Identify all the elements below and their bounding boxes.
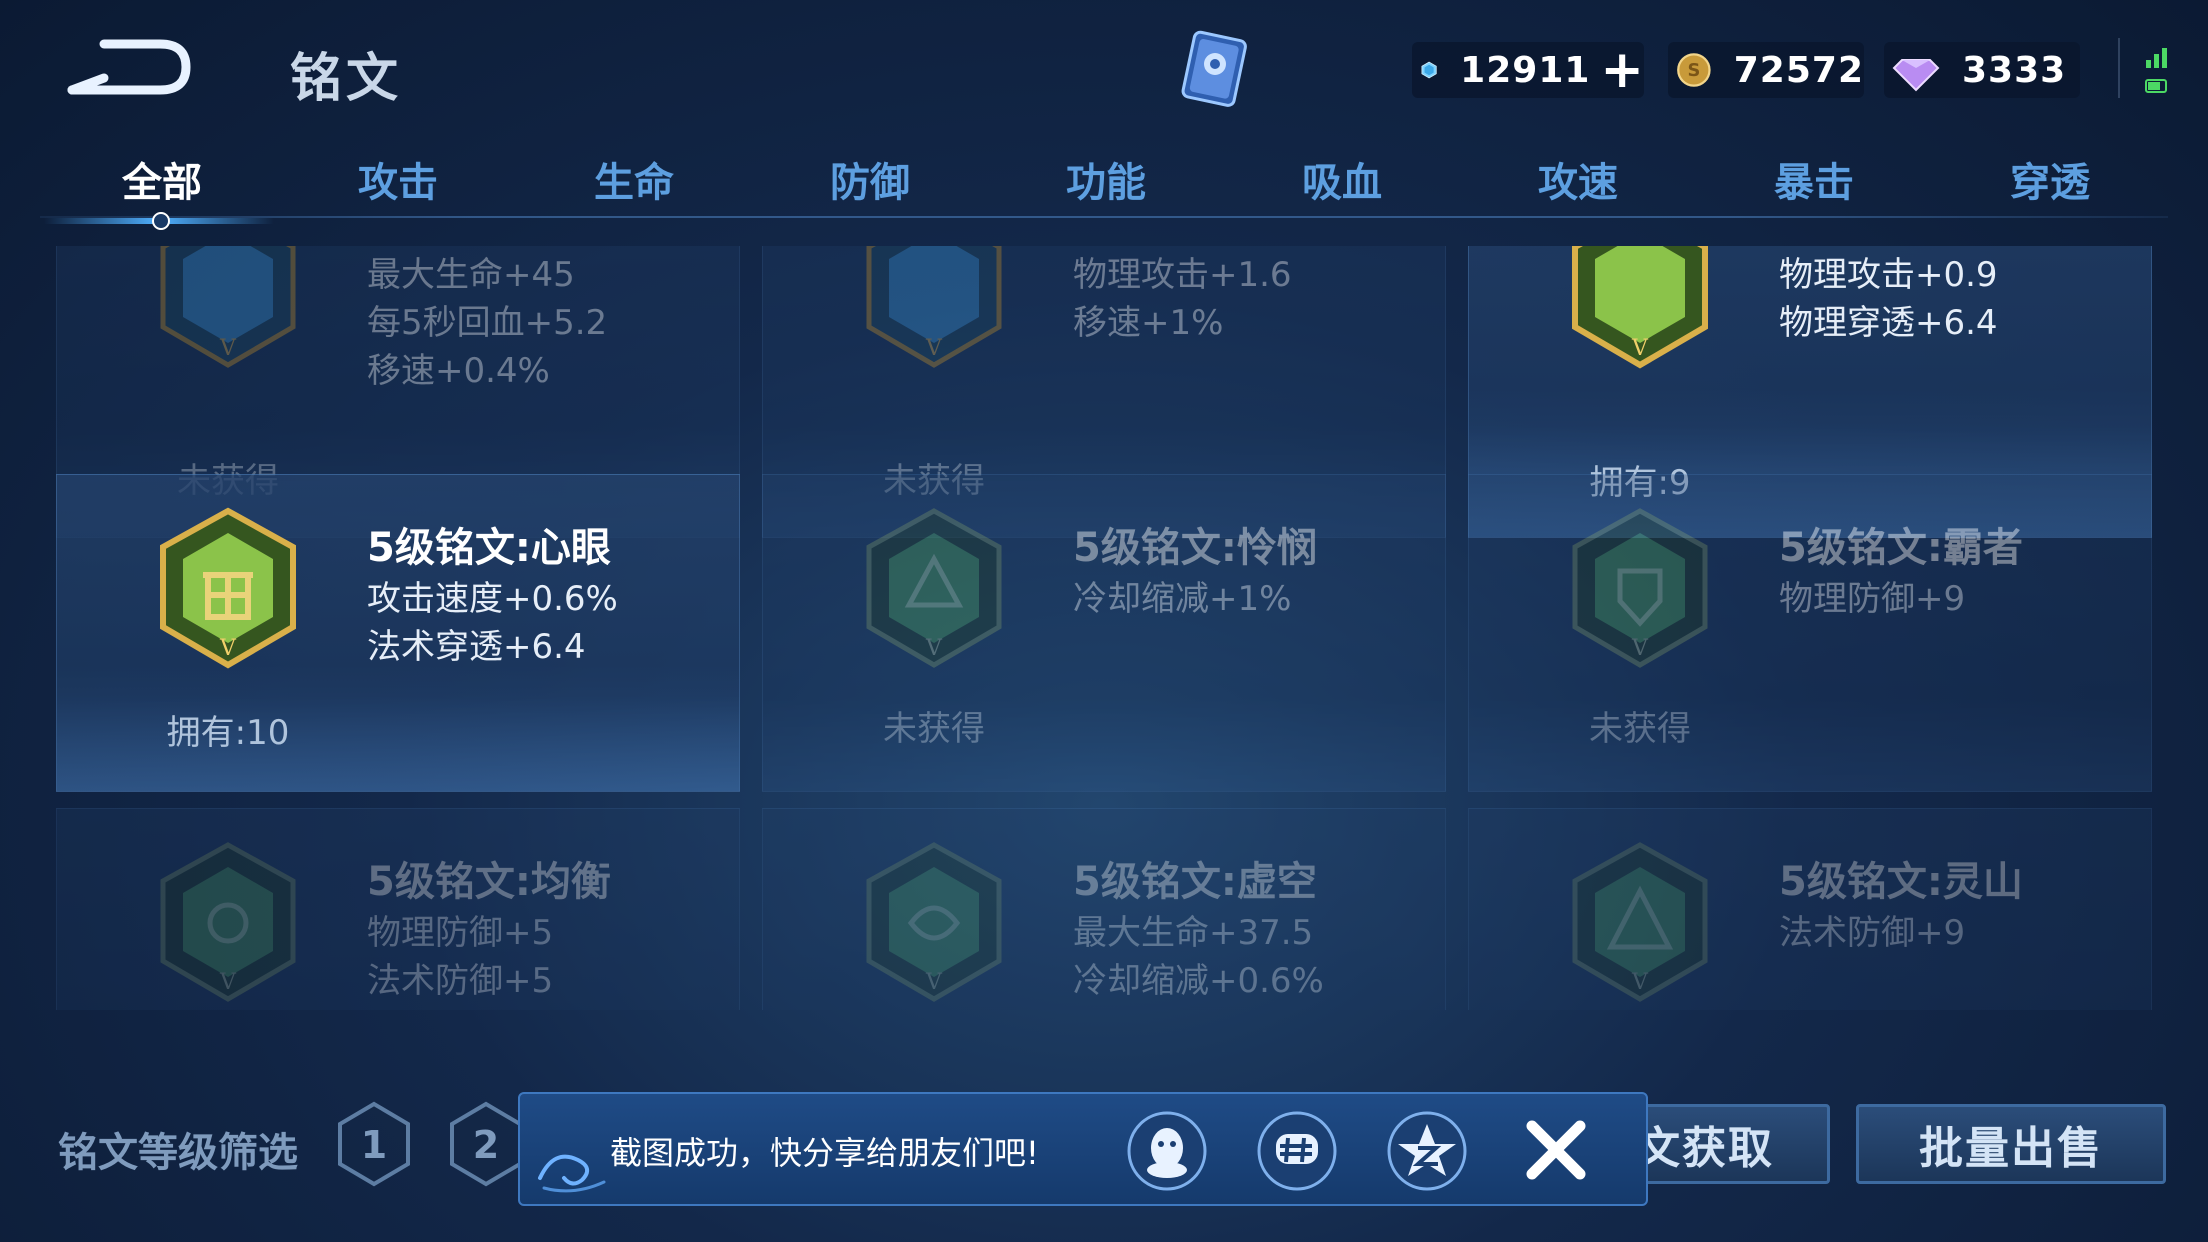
card-title: 5级铭文:灵山 [1779, 859, 2023, 905]
card-attr: 物理防御+5 [367, 913, 554, 953]
svg-text:V: V [925, 970, 943, 995]
card-attr: 法术防御+9 [1779, 913, 1966, 953]
inscription-card[interactable]: V 5级铭文:均衡 物理防御+5 法术防御+5 [56, 808, 740, 1010]
level-filter-2[interactable]: 2 [446, 1100, 526, 1188]
share-wechat-moments-button[interactable] [1254, 1108, 1340, 1194]
qq-icon [1127, 1111, 1207, 1191]
toast-message: 截图成功，快分享给朋友们吧! [610, 1134, 1039, 1172]
svg-text:V: V [219, 336, 237, 361]
tab-active-dot [152, 212, 170, 230]
tab-health[interactable]: 生命 [516, 150, 752, 208]
inscription-gem-icon: V [866, 246, 1002, 368]
card-title: 5级铭文:均衡 [367, 859, 611, 905]
gold-currency: S 72572 [1668, 42, 1864, 98]
inscription-book-icon[interactable] [1170, 24, 1260, 116]
svg-text:V: V [925, 636, 943, 661]
card-attr: 移速+0.4% [367, 351, 550, 391]
card-attr: 冷却缩减+0.6% [1073, 961, 1324, 1001]
card-attr: 最大生命+37.5 [1073, 913, 1314, 953]
tab-all[interactable]: 全部 [44, 150, 280, 208]
tab-penetration[interactable]: 穿透 [1932, 150, 2168, 208]
card-title: 5级铭文:虚空 [1073, 859, 1317, 905]
close-toast-button[interactable] [1516, 1110, 1596, 1190]
level-filter-1[interactable]: 1 [334, 1100, 414, 1188]
wechat-moments-icon [1257, 1111, 1337, 1191]
inscription-gem-icon: V [1572, 246, 1708, 369]
crystal-icon [1421, 61, 1437, 79]
card-attr: 每5秒回血+5.2 [367, 303, 608, 343]
tab-critical[interactable]: 暴击 [1696, 150, 1932, 208]
back-button[interactable] [64, 34, 194, 98]
svg-text:V: V [219, 970, 237, 995]
screenshot-share-toast: 截图成功，快分享给朋友们吧! [518, 1092, 1648, 1206]
card-attr: 攻击速度+0.6% [367, 579, 618, 619]
card-title: 5级铭文:心眼 [367, 525, 611, 571]
card-attr: 移速+1% [1073, 303, 1224, 343]
tab-lifesteal[interactable]: 吸血 [1224, 150, 1460, 208]
level-filter-label: 铭文等级筛选 [58, 1130, 298, 1176]
card-attr: 物理防御+9 [1779, 579, 1966, 619]
gold-value: 72572 [1733, 49, 1864, 91]
card-attr: 物理穿透+6.4 [1779, 303, 1998, 343]
inscription-gem-icon: V [1572, 508, 1708, 668]
back-arrow-icon [67, 39, 191, 95]
tab-attack-speed[interactable]: 攻速 [1460, 150, 1696, 208]
diamond-icon [1892, 59, 1940, 92]
inscription-gem-icon: V [866, 508, 1002, 668]
inscription-gem-icon: V [866, 842, 1002, 1002]
inscription-gem-icon: V [160, 246, 296, 368]
tab-utility[interactable]: 功能 [988, 150, 1224, 208]
card-attr: 物理攻击+0.9 [1779, 255, 1998, 295]
inscription-gem-icon: V [1572, 842, 1708, 1002]
share-qq-button[interactable] [1124, 1108, 1210, 1194]
card-attr: 冷却缩减+1% [1073, 579, 1292, 619]
inscription-card[interactable]: V 5级铭文:怜悯 冷却缩减+1% 未获得 [762, 474, 1446, 792]
card-status: 拥有:10 [166, 713, 290, 753]
inscription-card[interactable]: V 5级铭文:心眼 攻击速度+0.6% 法术穿透+6.4 拥有:10 [56, 474, 740, 792]
qzone-icon [1387, 1111, 1467, 1191]
inscription-card[interactable]: V 5级铭文:虚空 最大生命+37.5 冷却缩减+0.6% [762, 808, 1446, 1010]
diamond-value: 3333 [1962, 49, 2067, 91]
card-title: 5级铭文:怜悯 [1073, 525, 1317, 571]
header-divider [2118, 38, 2120, 98]
svg-text:V: V [219, 636, 237, 661]
bulk-sell-button[interactable]: 批量出售 [1856, 1104, 2166, 1184]
tab-attack[interactable]: 攻击 [280, 150, 516, 208]
card-status: 未获得 [883, 709, 985, 749]
card-attr: 物理攻击+1.6 [1073, 255, 1292, 295]
svg-text:V: V [1631, 970, 1649, 995]
level-number: 2 [473, 1123, 499, 1167]
inscription-grid: V 最大生命+45 每5秒回血+5.2 移速+0.4% 未获得 V 物理攻击+1… [56, 246, 2152, 1010]
card-attr: 法术防御+5 [367, 961, 554, 1001]
swirl-decoration-icon [538, 1154, 606, 1193]
inscription-gem-icon: V [160, 507, 296, 669]
gold-coin-icon: S [1677, 53, 1711, 87]
level-number: 1 [361, 1123, 387, 1167]
add-crystal-button[interactable]: + [1600, 44, 1644, 96]
inscription-card[interactable]: V 5级铭文:霸者 物理防御+9 未获得 [1468, 474, 2152, 792]
svg-text:V: V [1631, 336, 1649, 361]
share-qzone-button[interactable] [1384, 1108, 1470, 1194]
tab-defense[interactable]: 防御 [752, 150, 988, 208]
diamond-currency: 3333 [1884, 42, 2080, 98]
svg-text:V: V [925, 336, 943, 361]
card-title: 5级铭文:霸者 [1779, 525, 2023, 571]
svg-text:V: V [1631, 636, 1649, 661]
crystal-currency: 12911 + [1412, 42, 1644, 98]
inscription-card[interactable]: V 5级铭文:灵山 法术防御+9 [1468, 808, 2152, 1010]
svg-text:S: S [1687, 60, 1700, 81]
tab-divider [40, 216, 2168, 218]
card-status: 未获得 [1589, 709, 1691, 749]
category-tabs: 全部 攻击 生命 防御 功能 吸血 攻速 暴击 穿透 [40, 150, 2168, 220]
network-signal-icon [2144, 44, 2176, 100]
card-attr: 法术穿透+6.4 [367, 627, 586, 667]
crystal-value: 12911 [1460, 49, 1591, 91]
page-title: 铭文 [290, 49, 403, 109]
card-attr: 最大生命+45 [367, 255, 575, 295]
close-icon [1526, 1120, 1586, 1180]
inscription-gem-icon: V [160, 842, 296, 1002]
